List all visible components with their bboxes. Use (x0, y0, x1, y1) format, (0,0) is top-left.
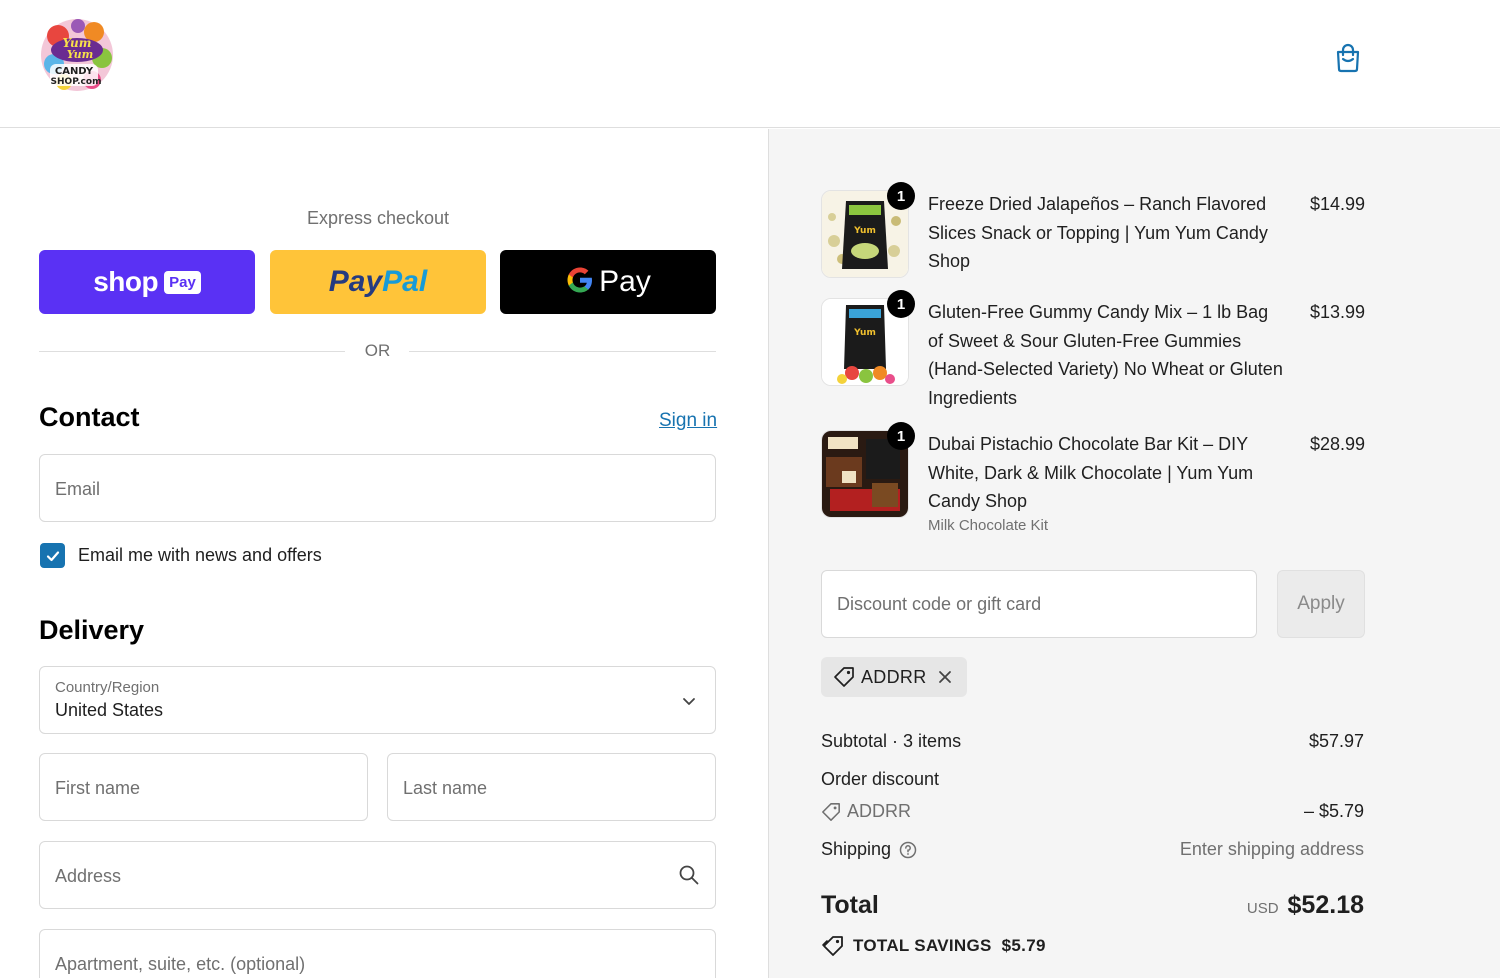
product-price: $13.99 (1309, 302, 1365, 322)
total-value: USD $52.18 (1247, 891, 1364, 920)
or-divider: OR (39, 341, 716, 363)
shipping-value: Enter shipping address (1179, 839, 1364, 859)
chevron-down-icon (683, 698, 695, 705)
last-name-field[interactable]: Last name (387, 753, 716, 821)
product-price: $14.99 (1309, 194, 1365, 214)
product-title: Freeze Dried Jalapeños – Ranch Flavored … (928, 194, 1268, 271)
svg-text:Yum: Yum (67, 48, 94, 61)
paypal-logo: PayPal (328, 265, 428, 298)
total-label: Total (821, 891, 879, 919)
paypal-button[interactable]: PayPal (270, 250, 486, 314)
quantity-badge: 1 (887, 182, 915, 210)
subtotal-label: Subtotal · 3 items (821, 731, 962, 751)
header: Yum Yum CANDY SHOP.com (0, 0, 1500, 128)
shopping-bag-icon[interactable] (1332, 42, 1364, 74)
country-value: United States (55, 700, 164, 720)
subtotal-value: $57.97 (1308, 731, 1364, 751)
line-item: 1 Dubai Pistachio Chocolate Bar Kit – DI… (821, 422, 1365, 540)
address-field[interactable]: Address (39, 841, 716, 909)
total-savings: TOTAL SAVINGS $5.79 (821, 935, 1046, 957)
search-icon[interactable] (678, 864, 700, 886)
order-discount-label: Order discount (821, 769, 940, 789)
tag-icon (822, 936, 843, 956)
product-title: Dubai Pistachio Chocolate Bar Kit – DIY … (928, 434, 1254, 511)
apply-discount-button[interactable]: Apply (1277, 570, 1365, 638)
product-variant: Milk Chocolate Kit (928, 517, 1049, 534)
order-summary: Yum 1 Freeze Dried Jalapeños – Ranch Fla… (768, 129, 1500, 978)
contact-title: Contact (39, 402, 140, 432)
svg-text:SHOP.com: SHOP.com (51, 77, 102, 87)
svg-text:Yum: Yum (853, 226, 876, 236)
tag-icon (822, 802, 840, 821)
newsletter-label: Email me with news and offers (78, 545, 322, 565)
tag-icon (834, 667, 854, 687)
newsletter-checkbox[interactable] (40, 543, 65, 568)
discount-code-input[interactable]: Discount code or gift card (821, 570, 1257, 638)
savings-label: TOTAL SAVINGS (853, 936, 992, 955)
svg-text:Yum: Yum (853, 328, 876, 338)
discount-value: – $5.79 (1303, 801, 1364, 821)
google-pay-button[interactable]: Pay (500, 250, 716, 314)
discount-code-label: ADDRR (847, 801, 912, 821)
discount-code-row: ADDRR (821, 801, 911, 822)
last-name-placeholder: Last name (403, 778, 488, 798)
shipping-row: Shipping (821, 839, 917, 860)
email-field[interactable]: Email (39, 454, 716, 522)
checkout-form: Express checkout shop Pay PayPal Pay OR … (0, 129, 768, 978)
address-placeholder: Address (55, 866, 122, 886)
shipping-label: Shipping (821, 839, 892, 859)
product-title: Gluten-Free Gummy Candy Mix – 1 lb Bag o… (928, 302, 1283, 408)
total-amount: $52.18 (1287, 891, 1364, 919)
apartment-field[interactable]: Apartment, suite, etc. (optional) (39, 929, 716, 978)
savings-value: $5.79 (1001, 936, 1046, 955)
google-g-icon (565, 265, 595, 300)
applied-discount-code: ADDRR (861, 666, 927, 687)
email-placeholder: Email (55, 479, 101, 499)
help-icon[interactable] (899, 841, 917, 859)
line-item: Yum 1 Gluten-Free Gummy Candy Mix – 1 lb… (821, 290, 1365, 418)
shop-pay-button[interactable]: shop Pay (39, 250, 255, 314)
express-checkout-title: Express checkout (306, 208, 450, 228)
svg-text:CANDY: CANDY (55, 66, 94, 77)
sign-in-link[interactable]: Sign in (659, 410, 717, 432)
google-pay-label: Pay (599, 265, 651, 298)
line-item: Yum 1 Freeze Dried Jalapeños – Ranch Fla… (821, 182, 1365, 280)
product-price: $28.99 (1309, 434, 1365, 454)
currency-code: USD (1246, 900, 1279, 917)
store-logo[interactable]: Yum Yum CANDY SHOP.com (36, 14, 118, 96)
country-label: Country/Region (55, 679, 160, 696)
remove-discount-icon[interactable] (937, 669, 953, 685)
apartment-placeholder: Apartment, suite, etc. (optional) (55, 954, 306, 974)
or-text: OR (364, 341, 391, 360)
quantity-badge: 1 (887, 290, 915, 318)
delivery-title: Delivery (39, 615, 145, 645)
country-select[interactable]: Country/Region United States (39, 666, 716, 734)
shop-pay-logo: shop (93, 266, 159, 297)
quantity-badge: 1 (887, 422, 915, 450)
applied-discount-tag: ADDRR (821, 657, 967, 697)
check-icon (46, 550, 59, 561)
first-name-field[interactable]: First name (39, 753, 368, 821)
first-name-placeholder: First name (55, 778, 141, 798)
shop-pay-badge: Pay (164, 270, 201, 294)
discount-placeholder: Discount code or gift card (837, 594, 1042, 614)
